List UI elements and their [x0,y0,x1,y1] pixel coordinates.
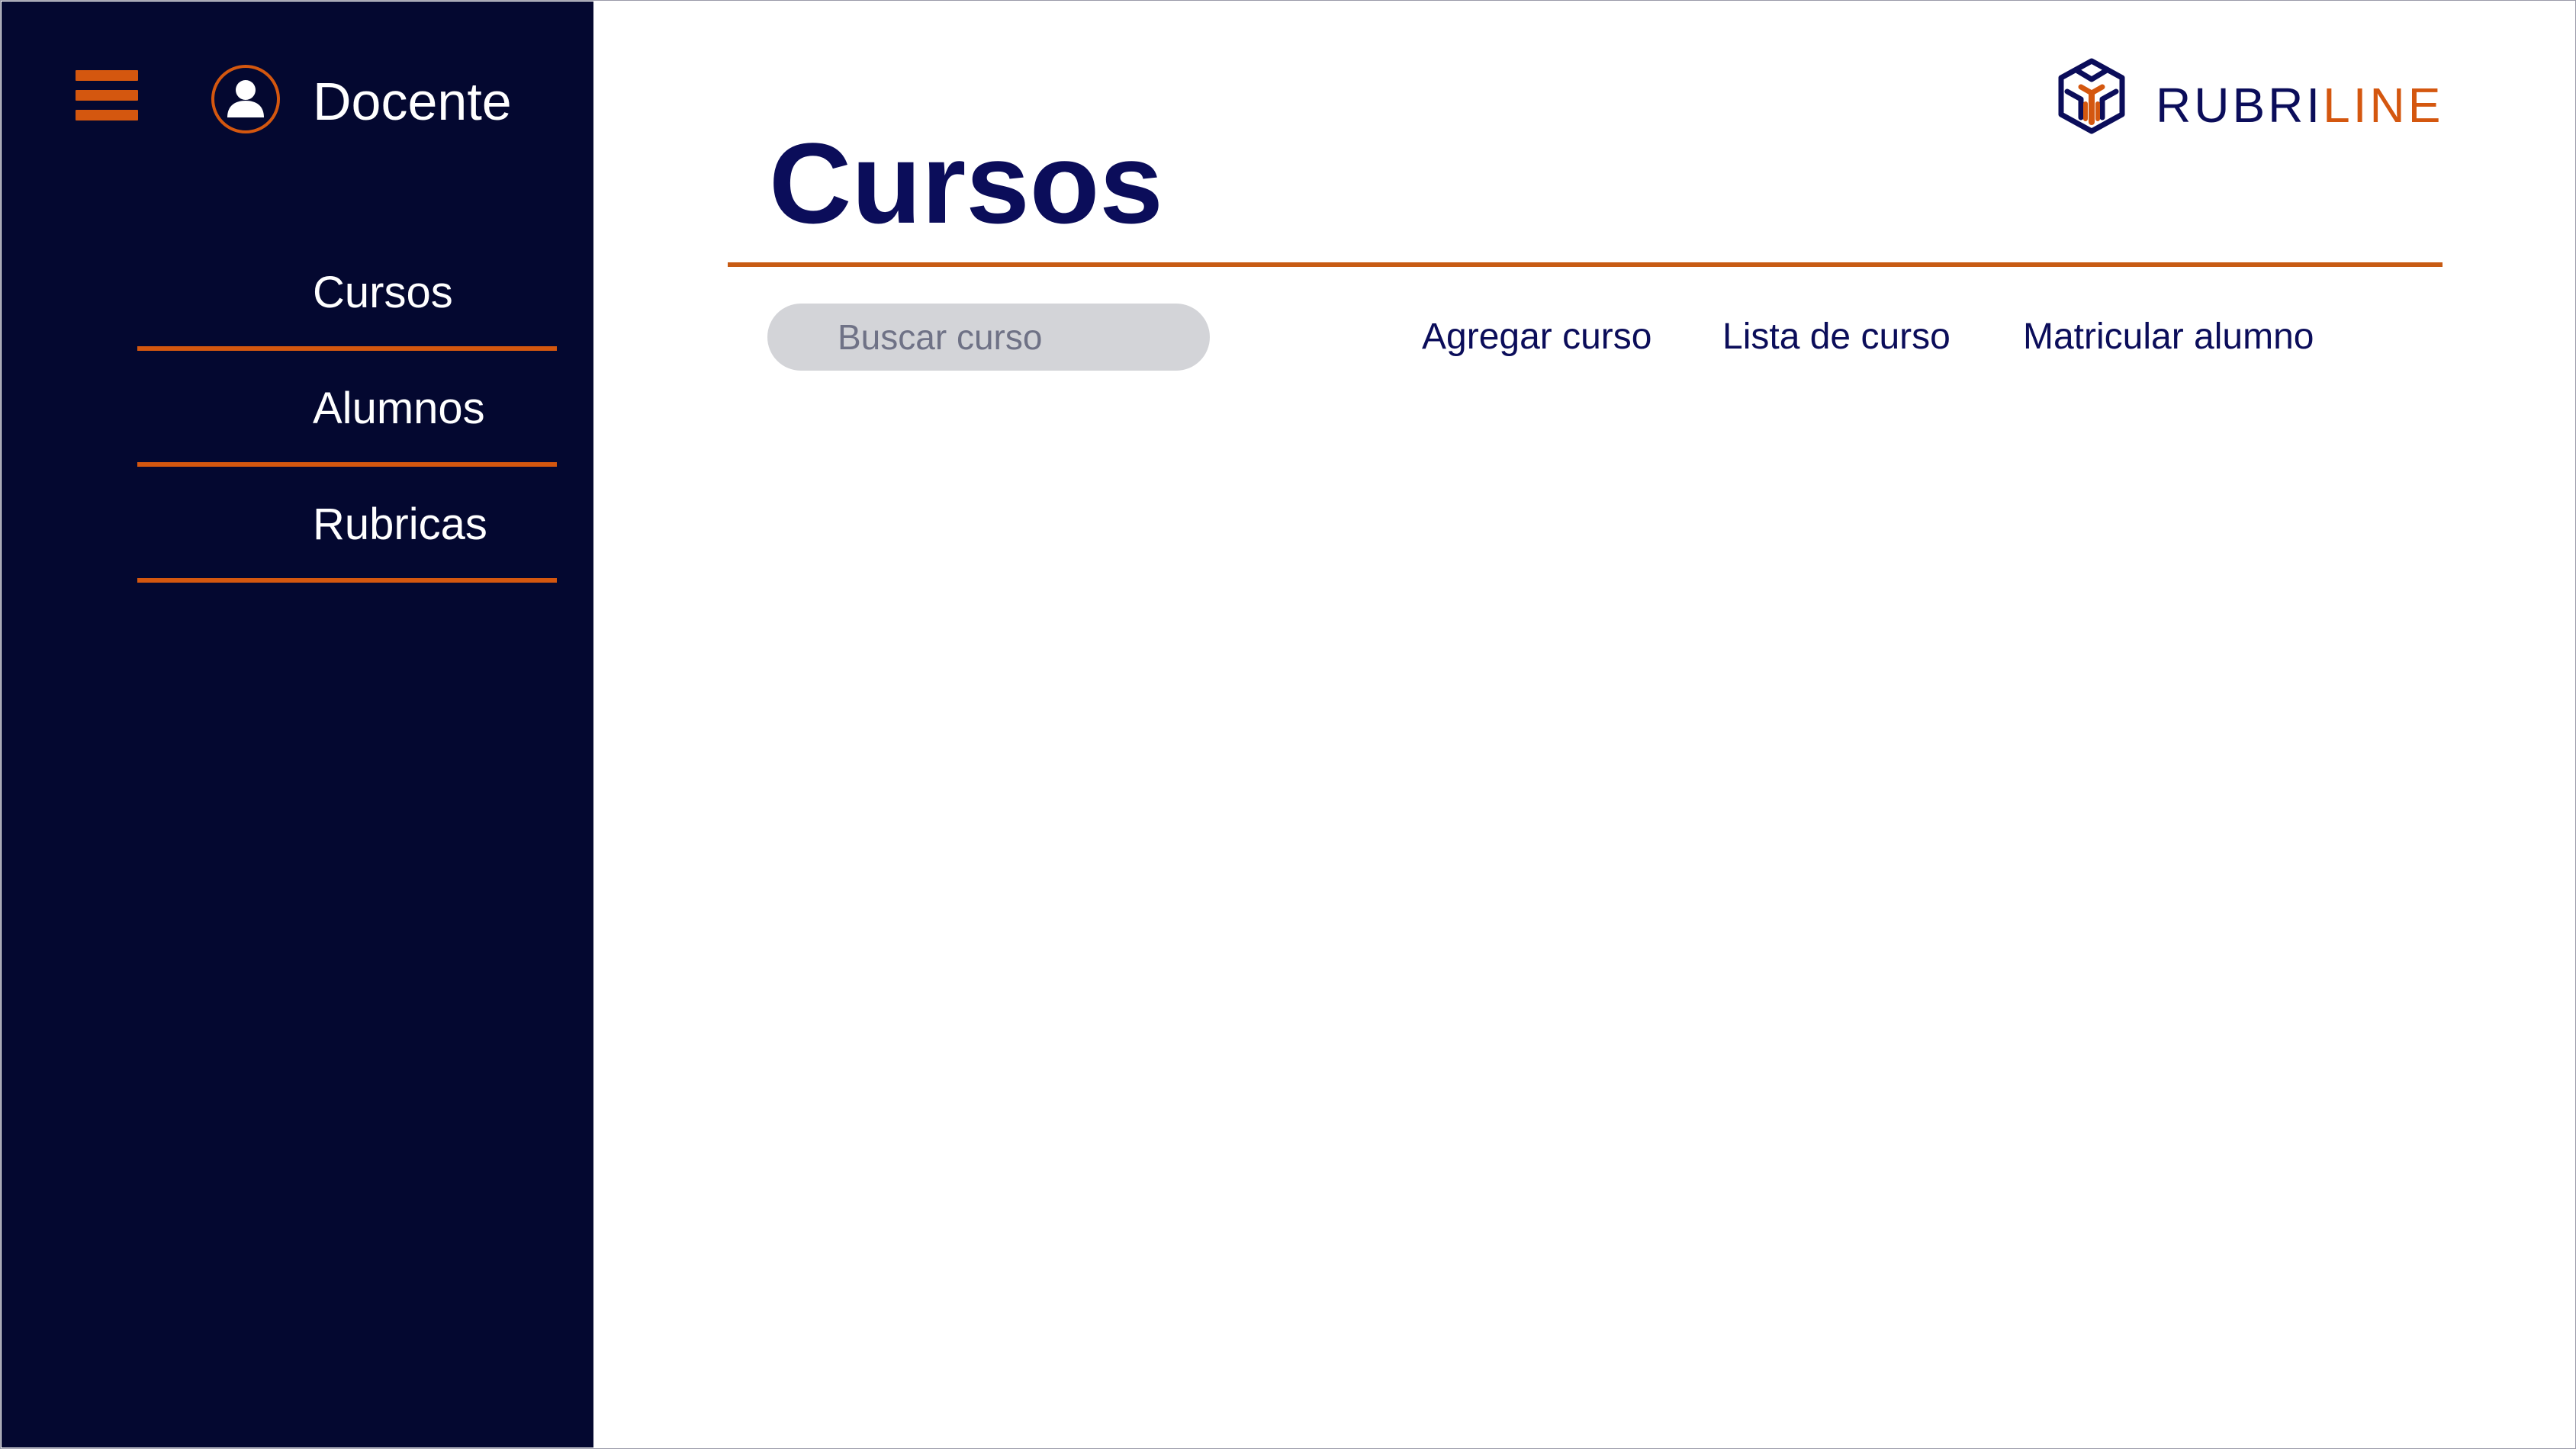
title-divider [728,262,2443,267]
add-course-link[interactable]: Agregar curso [1422,310,1651,365]
course-content-area [728,397,2443,1418]
menu-bar-middle [76,90,138,101]
menu-bar-bottom [76,110,138,120]
logo-wordmark-part1: RUBRI [2156,78,2324,133]
user-avatar-icon[interactable] [211,64,281,134]
sidebar-item-rubricas[interactable]: Rubricas [137,467,557,583]
page-title: Cursos [769,119,1163,247]
menu-bar-top [76,70,138,81]
sidebar-item-label: Alumnos [313,384,485,433]
sidebar: Docente Cursos Alumnos Rubricas [2,2,593,1447]
logo-wordmark-part2: LINE [2323,78,2444,133]
rubriline-cube-logo-icon [2058,58,2125,134]
sidebar-item-alumnos[interactable]: Alumnos [137,351,557,467]
user-role-label: Docente [313,72,512,131]
sidebar-item-divider [137,578,557,583]
course-list-link[interactable]: Lista de curso [1722,310,1950,365]
sidebar-item-cursos[interactable]: Cursos [137,235,557,351]
sidebar-item-label: Cursos [313,268,453,317]
enroll-student-link[interactable]: Matricular alumno [2023,310,2314,365]
sidebar-item-label: Rubricas [313,500,487,549]
search-course-input[interactable] [767,304,1210,371]
logo-wordmark: RUBRILINE [2156,76,2443,134]
hamburger-menu-icon[interactable] [76,70,138,120]
rubriline-logo: RUBRILINE [2050,56,2447,145]
